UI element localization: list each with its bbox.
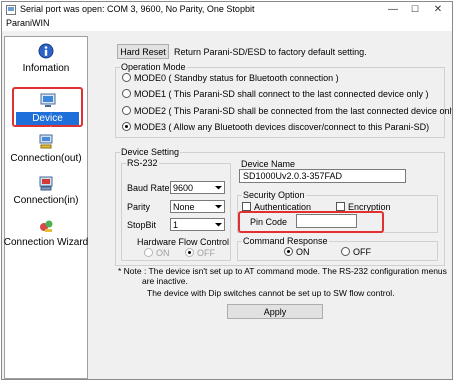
hw-flow-off-label: OFF	[197, 248, 215, 258]
command-response-on-label: ON	[296, 247, 310, 257]
sidebar-item-connection-in[interactable]: Connection(in)	[5, 176, 87, 212]
menu-bar: ParaniWIN	[2, 18, 452, 31]
sidebar-item-information[interactable]: Infomation	[5, 43, 87, 79]
rs232-title: RS-232	[126, 158, 159, 168]
operation-mode-group: Operation Mode MODE0 ( Standby status fo…	[115, 62, 452, 138]
note-line-2: are inactive.	[142, 276, 188, 286]
title-bar: Serial port was open: COM 3, 9600, No Pa…	[2, 2, 452, 18]
stopbit-select[interactable]: 1	[170, 218, 225, 231]
connection-in-icon	[39, 176, 53, 191]
sidebar-item-label: Device Setting	[16, 112, 79, 137]
hw-flow-label: Hardware Flow Control	[137, 237, 230, 247]
connection-out-icon	[39, 134, 53, 149]
baud-rate-select[interactable]: 9600	[170, 181, 225, 194]
radio-indicator	[341, 247, 350, 256]
parity-select[interactable]: None	[170, 200, 225, 213]
mode0-label: MODE0 ( Standby status for Bluetooth con…	[134, 73, 339, 83]
chevron-down-icon	[215, 223, 222, 227]
mode0-radio[interactable]: MODE0 ( Standby status for Bluetooth con…	[122, 73, 339, 83]
mode3-label: MODE3 ( Allow any Bluetooth devices disc…	[134, 122, 430, 132]
radio-indicator	[122, 106, 131, 115]
command-response-title: Command Response	[242, 236, 329, 246]
baud-rate-value: 9600	[173, 183, 194, 193]
hard-reset-description: Return Parani-SD/ESD to factory default …	[174, 47, 367, 57]
sidebar-item-label: Connection(out)	[10, 153, 82, 164]
radio-indicator	[122, 89, 131, 98]
radio-indicator	[122, 122, 131, 131]
radio-indicator	[185, 248, 194, 257]
mode2-radio[interactable]: MODE2 ( This Parani-SD shall be connecte…	[122, 106, 453, 116]
sidebar-item-device-setting[interactable]: Device Setting	[12, 87, 83, 137]
note-line-3: The device with Dip switches cannot be s…	[147, 288, 395, 298]
baud-rate-label: Baud Rate	[127, 183, 170, 193]
mode3-radio[interactable]: MODE3 ( Allow any Bluetooth devices disc…	[122, 122, 429, 132]
parity-value: None	[173, 202, 195, 212]
connection-wizard-icon	[40, 220, 53, 232]
command-response-group: Command Response ON OFF	[237, 236, 438, 261]
device-name-input[interactable]: SD1000Uv2.0.3-357FAD	[239, 169, 406, 183]
window-title: Serial port was open: COM 3, 9600, No Pa…	[20, 4, 255, 14]
device-name-value: SD1000Uv2.0.3-357FAD	[243, 171, 343, 181]
pin-code-label: Pin Code	[250, 217, 288, 227]
info-icon	[38, 43, 54, 59]
maximize-button[interactable]: ☐	[407, 3, 423, 16]
command-response-on-radio[interactable]: ON	[284, 247, 310, 257]
checkbox-indicator	[242, 202, 251, 211]
command-response-off-label: OFF	[353, 247, 371, 257]
mode1-radio[interactable]: MODE1 ( This Parani-SD shall connect to …	[122, 89, 428, 99]
hw-flow-off-radio[interactable]: OFF	[185, 248, 215, 258]
chevron-down-icon	[215, 205, 222, 209]
command-response-off-radio[interactable]: OFF	[341, 247, 371, 257]
sidebar-item-label: Infomation	[22, 63, 70, 74]
serial-app-icon	[6, 5, 16, 15]
device-setting-icon	[40, 93, 56, 107]
checkbox-indicator	[336, 202, 345, 211]
mode1-label: MODE1 ( This Parani-SD shall connect to …	[134, 89, 429, 99]
security-option-title: Security Option	[242, 190, 306, 200]
radio-indicator	[122, 73, 131, 82]
parity-label: Parity	[127, 202, 151, 212]
hw-flow-on-radio[interactable]: ON	[144, 248, 170, 258]
stopbit-label: StopBit	[127, 220, 157, 230]
stopbit-value: 1	[173, 220, 179, 230]
apply-button[interactable]: Apply	[227, 304, 323, 319]
app-window: Serial port was open: COM 3, 9600, No Pa…	[1, 1, 453, 380]
chevron-down-icon	[215, 186, 222, 190]
hard-reset-button[interactable]: Hard Reset	[117, 44, 169, 59]
sidebar-item-label: Connection Wizard	[3, 237, 89, 248]
operation-mode-title: Operation Mode	[120, 62, 187, 72]
minimize-button[interactable]: —	[385, 3, 401, 16]
radio-indicator	[144, 248, 153, 257]
sidebar-item-connection-wizard[interactable]: Connection Wizard	[4, 218, 88, 254]
note-line-1: * Note : The device isn't set up to AT c…	[118, 266, 447, 276]
sidebar: Infomation Device Setting Connection(out…	[4, 36, 88, 379]
hw-flow-on-label: ON	[156, 248, 170, 258]
menu-item-paraniwin[interactable]: ParaniWIN	[6, 18, 50, 28]
sidebar-item-connection-out[interactable]: Connection(out)	[5, 134, 87, 170]
mode2-label: MODE2 ( This Parani-SD shall be connecte…	[134, 106, 453, 116]
device-name-label: Device Name	[241, 159, 296, 169]
radio-indicator	[284, 247, 293, 256]
sidebar-item-label: Connection(in)	[13, 195, 79, 206]
device-setting-title: Device Setting	[120, 147, 181, 157]
pin-code-input[interactable]	[296, 214, 357, 228]
close-button[interactable]: ✕	[430, 3, 446, 16]
